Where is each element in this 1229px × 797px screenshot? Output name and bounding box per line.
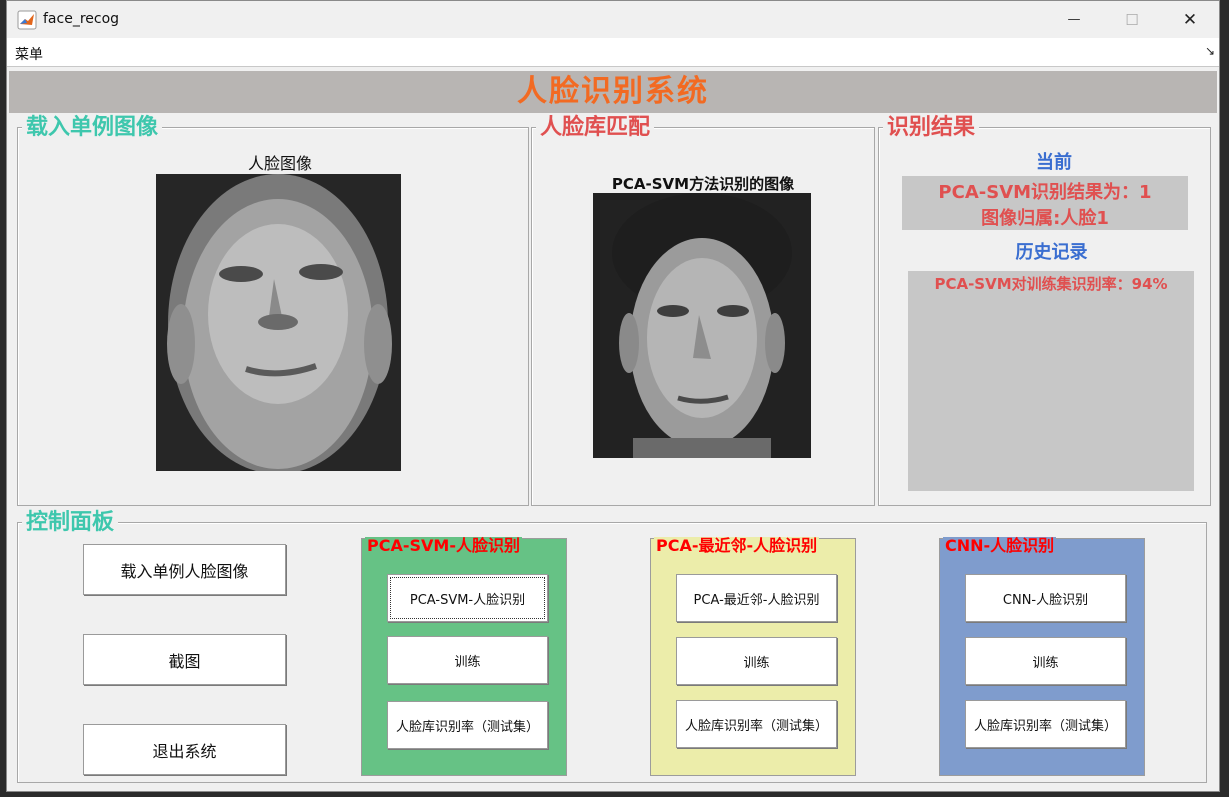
face-image-title: 人脸图像 bbox=[247, 154, 312, 173]
cnn-group: CNN-人脸识别 CNN-人脸识别 训练 人脸库识别率（测试集） bbox=[939, 536, 1145, 776]
current-result-line2: 图像归属:人脸1 bbox=[981, 208, 1109, 229]
app-window: face_recog — ☐ ✕ 菜单 ↘ 人脸识别系统 载入单例图像 人脸图像 bbox=[6, 0, 1220, 792]
matched-image-title: PCA-SVM方法识别的图像 bbox=[611, 175, 795, 193]
matched-face-image bbox=[593, 193, 811, 458]
pca-nn-group: PCA-最近邻-人脸识别 PCA-最近邻-人脸识别 训练 人脸库识别率（测试集） bbox=[650, 536, 856, 776]
load-image-panel: 载入单例图像 人脸图像 bbox=[17, 116, 529, 506]
system-title: 人脸识别系统 bbox=[517, 74, 709, 109]
pca-svm-recognize-button[interactable]: PCA-SVM-人脸识别 bbox=[387, 574, 548, 622]
current-label: 当前 bbox=[1036, 152, 1072, 173]
load-image-button[interactable]: 载入单例人脸图像 bbox=[83, 544, 286, 595]
face-match-panel: 人脸库匹配 PCA-SVM方法识别的图像 bbox=[531, 116, 875, 506]
history-text: PCA-SVM对训练集识别率：94% bbox=[934, 275, 1168, 293]
match-panel-legend: 人脸库匹配 bbox=[536, 116, 655, 140]
menu-item-main[interactable]: 菜单 bbox=[15, 44, 43, 64]
pca-nn-test-rate-button[interactable]: 人脸库识别率（测试集） bbox=[676, 700, 837, 748]
load-panel-legend: 载入单例图像 bbox=[22, 116, 163, 140]
matlab-icon bbox=[17, 10, 37, 30]
cnn-test-rate-button[interactable]: 人脸库识别率（测试集） bbox=[965, 700, 1126, 748]
cnn-train-button[interactable]: 训练 bbox=[965, 637, 1126, 685]
minimize-icon: — bbox=[1067, 12, 1081, 27]
pca-nn-group-title: PCA-最近邻-人脸识别 bbox=[654, 536, 820, 555]
control-panel-legend: 控制面板 bbox=[22, 511, 119, 535]
loaded-face-image bbox=[156, 174, 401, 471]
title-banner: 人脸识别系统 bbox=[9, 71, 1217, 113]
close-button[interactable]: ✕ bbox=[1161, 1, 1219, 38]
current-result-line1: PCA-SVM识别结果为：1 bbox=[938, 182, 1152, 203]
pca-svm-group-title: PCA-SVM-人脸识别 bbox=[365, 536, 522, 555]
current-result-box: PCA-SVM识别结果为：1 图像归属:人脸1 bbox=[902, 176, 1188, 230]
cnn-recognize-button[interactable]: CNN-人脸识别 bbox=[965, 574, 1126, 622]
maximize-button[interactable]: ☐ bbox=[1103, 1, 1161, 38]
close-icon: ✕ bbox=[1182, 9, 1198, 30]
history-box: PCA-SVM对训练集识别率：94% bbox=[908, 271, 1194, 491]
cnn-group-title: CNN-人脸识别 bbox=[943, 536, 1057, 555]
pca-svm-test-rate-button[interactable]: 人脸库识别率（测试集） bbox=[387, 701, 548, 749]
result-panel-legend: 识别结果 bbox=[883, 116, 980, 140]
pca-nn-train-button[interactable]: 训练 bbox=[676, 637, 837, 685]
history-label: 历史记录 bbox=[1015, 242, 1088, 263]
pca-svm-train-button[interactable]: 训练 bbox=[387, 636, 548, 684]
minimize-button[interactable]: — bbox=[1045, 1, 1103, 38]
title-bar: face_recog — ☐ ✕ bbox=[7, 1, 1219, 38]
screenshot-button[interactable]: 截图 bbox=[83, 634, 286, 685]
menu-bar: 菜单 ↘ bbox=[7, 38, 1219, 67]
result-panel: 识别结果 当前 PCA-SVM识别结果为：1 图像归属:人脸1 历史记录 PCA… bbox=[878, 116, 1211, 506]
pca-nn-recognize-button[interactable]: PCA-最近邻-人脸识别 bbox=[676, 574, 837, 622]
pca-svm-group: PCA-SVM-人脸识别 PCA-SVM-人脸识别 训练 人脸库识别率（测试集） bbox=[361, 536, 567, 776]
maximize-icon: ☐ bbox=[1125, 10, 1139, 29]
window-title: face_recog bbox=[43, 11, 120, 27]
menu-expand-icon[interactable]: ↘ bbox=[1205, 44, 1215, 58]
control-panel: 控制面板 载入单例人脸图像 截图 退出系统 PCA-SVM-人脸识别 PCA-S… bbox=[17, 511, 1207, 783]
exit-button[interactable]: 退出系统 bbox=[83, 724, 286, 775]
